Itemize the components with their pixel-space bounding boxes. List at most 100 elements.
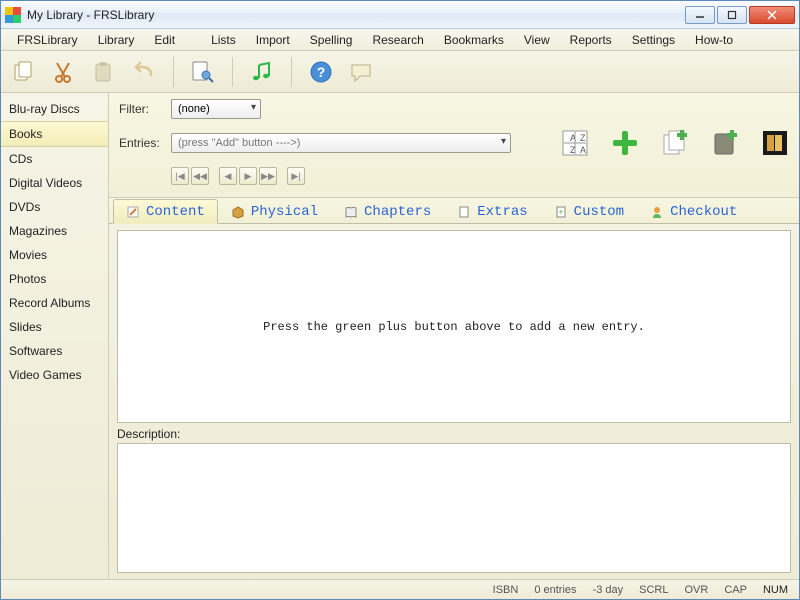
content-area: Press the green plus button above to add… [117,230,791,423]
nav-next-page-button[interactable]: ▶▶ [259,167,277,185]
toolbar-separator [291,57,292,87]
nav-prev-button[interactable]: ◀ [219,167,237,185]
status-ovr: OVR [681,584,711,596]
sidebar-item-videogames[interactable]: Video Games [1,363,108,387]
book-icon [344,205,358,219]
status-days: -3 day [590,584,627,596]
status-num: NUM [760,584,791,596]
menu-howto[interactable]: How-to [685,31,743,49]
tab-physical-label: Physical [251,204,318,220]
sidebar-item-photos[interactable]: Photos [1,267,108,291]
menu-spelling[interactable]: Spelling [300,31,363,49]
tab-physical[interactable]: Physical [218,199,331,223]
titlebar: My Library - FRSLibrary [1,1,799,29]
window-controls [685,6,795,24]
nav-next-button[interactable]: ▶ [239,167,257,185]
sidebar-item-cds[interactable]: CDs [1,147,108,171]
box-icon [231,205,245,219]
app-icon [5,7,21,23]
sidebar-item-dvds[interactable]: DVDs [1,195,108,219]
tab-chapters[interactable]: Chapters [331,199,444,223]
sidebar-item-movies[interactable]: Movies [1,243,108,267]
toolbar-separator [173,57,174,87]
status-cap: CAP [721,584,750,596]
detail-tabs: Content Physical Chapters Extras + Custo… [109,198,799,224]
filter-value: (none) [178,103,210,115]
copy-button[interactable] [7,55,41,89]
empty-message: Press the green plus button above to add… [263,320,645,334]
description-section: Description: [117,427,791,573]
menu-settings[interactable]: Settings [622,31,685,49]
menu-edit[interactable]: Edit [144,31,185,49]
status-isbn: ISBN [490,584,522,596]
menu-bookmarks[interactable]: Bookmarks [434,31,514,49]
toolbar-separator [232,57,233,87]
menu-library[interactable]: Library [88,31,145,49]
svg-text:A: A [580,145,586,155]
menu-frslibrary[interactable]: FRSLibrary [7,31,88,49]
menu-import[interactable]: Import [246,31,300,49]
menu-reports[interactable]: Reports [560,31,622,49]
filter-combo[interactable]: (none) [171,99,261,119]
description-textarea[interactable] [117,443,791,573]
page-plus-icon: + [554,205,568,219]
tab-custom-label: Custom [574,204,624,220]
sidebar-item-bluray[interactable]: Blu-ray Discs [1,97,108,121]
svg-text:?: ? [317,64,326,80]
svg-text:Z: Z [580,133,586,143]
new-list-button[interactable] [709,127,741,159]
sidebar-item-magazines[interactable]: Magazines [1,219,108,243]
sidebar-item-digitalvideos[interactable]: Digital Videos [1,171,108,195]
nav-buttons: |◀ ◀◀ ◀ ▶ ▶▶ ▶| [171,167,791,185]
sidebar-item-books[interactable]: Books [1,121,108,147]
music-button[interactable] [245,55,279,89]
maximize-button[interactable] [717,6,747,24]
paste-button[interactable] [87,55,121,89]
main-panel: Filter: (none) Entries: (press "Add" but… [109,93,799,579]
tab-content[interactable]: Content [113,199,218,224]
comment-button[interactable] [344,55,378,89]
status-scrl: SCRL [636,584,671,596]
sidebar-item-slides[interactable]: Slides [1,315,108,339]
filter-bar: Filter: (none) Entries: (press "Add" but… [109,93,799,198]
tab-extras-label: Extras [477,204,527,220]
menu-view[interactable]: View [514,31,560,49]
sidebar-item-softwares[interactable]: Softwares [1,339,108,363]
undo-button[interactable] [127,55,161,89]
minimize-button[interactable] [685,6,715,24]
status-entries: 0 entries [531,584,579,596]
statusbar: ISBN 0 entries -3 day SCRL OVR CAP NUM [1,579,799,599]
cut-button[interactable] [47,55,81,89]
edit-icon [126,205,140,219]
add-entry-button[interactable] [609,127,641,159]
menubar: FRSLibrary Library Edit Lists Import Spe… [1,29,799,51]
book-view-button[interactable] [759,127,791,159]
find-button[interactable] [186,55,220,89]
nav-first-button[interactable]: |◀ [171,167,189,185]
sort-button[interactable]: AZZA [559,127,591,159]
app-window: My Library - FRSLibrary FRSLibrary Libra… [0,0,800,600]
toolbar: ? [1,51,799,93]
help-button[interactable]: ? [304,55,338,89]
tab-checkout-label: Checkout [670,204,737,220]
tab-custom[interactable]: + Custom [541,199,637,223]
tab-checkout[interactable]: Checkout [637,199,750,223]
menu-research[interactable]: Research [362,31,433,49]
sidebar-item-recordalbums[interactable]: Record Albums [1,291,108,315]
duplicate-button[interactable] [659,127,691,159]
close-button[interactable] [749,6,795,24]
entries-combo[interactable]: (press "Add" button ---->) [171,133,511,153]
app-body: Blu-ray Discs Books CDs Digital Videos D… [1,93,799,579]
svg-text:+: + [558,208,563,218]
category-sidebar: Blu-ray Discs Books CDs Digital Videos D… [1,93,109,579]
entries-label: Entries: [119,136,163,150]
window-title: My Library - FRSLibrary [27,8,685,22]
person-icon [650,205,664,219]
nav-last-button[interactable]: ▶| [287,167,305,185]
entry-action-buttons: AZZA [559,127,791,159]
tab-chapters-label: Chapters [364,204,431,220]
menu-lists[interactable]: Lists [201,31,246,49]
entries-value: (press "Add" button ---->) [178,137,300,149]
tab-extras[interactable]: Extras [444,199,540,223]
nav-prev-page-button[interactable]: ◀◀ [191,167,209,185]
